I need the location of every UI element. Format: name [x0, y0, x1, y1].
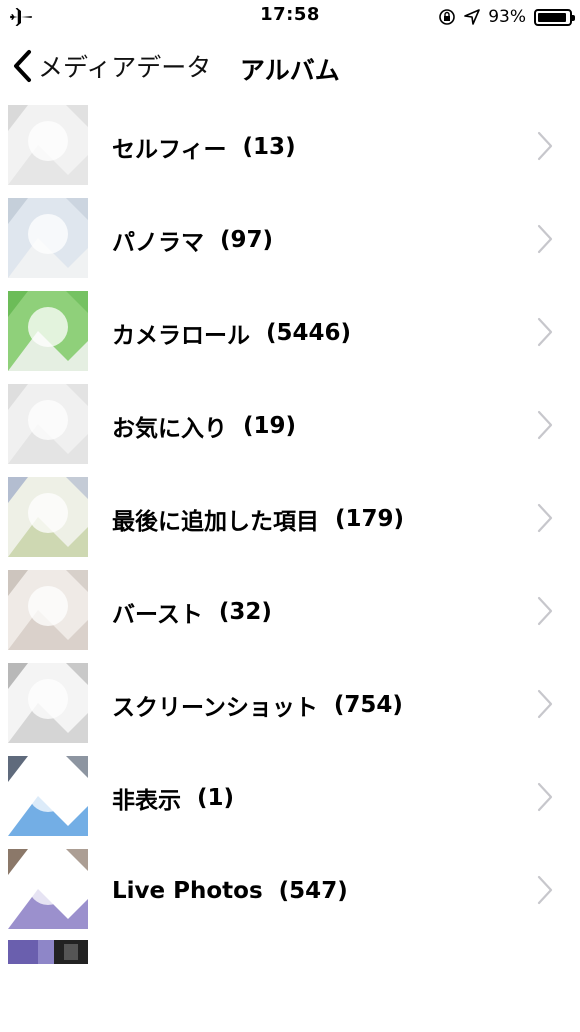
album-name: 非表示 [112, 787, 181, 814]
chevron-right-icon [537, 782, 553, 812]
chevron-right-icon [537, 875, 553, 905]
status-right-group: 93% [438, 5, 575, 29]
album-name: セルフィー [112, 136, 227, 163]
album-row[interactable]: お気に入り (19) [0, 379, 580, 472]
album-thumbnail [8, 291, 88, 371]
battery-level [538, 12, 566, 22]
album-count: (13) [242, 133, 296, 160]
navigation-bar: メディアデータ アルバム [0, 34, 580, 98]
album-count: (19) [243, 412, 297, 439]
album-count: (179) [335, 505, 405, 532]
album-label: 最後に追加した項目 (179) [112, 472, 404, 565]
album-row[interactable]: 非表示 (1) [0, 751, 580, 844]
album-thumbnail [8, 384, 88, 464]
battery-percent: 93% [488, 7, 526, 27]
album-thumbnail [8, 477, 88, 557]
chevron-right-icon [537, 224, 553, 254]
chevron-left-icon [14, 50, 31, 82]
album-count: (97) [220, 226, 274, 253]
album-row[interactable]: 最後に追加した項目 (179) [0, 472, 580, 565]
album-label: お気に入り (19) [112, 379, 296, 472]
status-bar: 17:58 93% [0, 0, 580, 34]
chevron-right-icon [537, 131, 553, 161]
album-name: お気に入り [112, 415, 227, 442]
album-name: カメラロール [112, 322, 250, 349]
partial-thumbnail [8, 940, 88, 964]
chevron-right-icon [537, 410, 553, 440]
album-name: Live Photos [112, 877, 263, 904]
album-row[interactable]: バースト (32) [0, 565, 580, 658]
album-count: (547) [278, 877, 348, 904]
album-label: 非表示 (1) [112, 751, 234, 844]
location-icon [464, 9, 481, 25]
album-count: (754) [333, 691, 403, 718]
album-row[interactable]: スクリーンショット (754) [0, 658, 580, 751]
album-label: バースト (32) [112, 565, 272, 658]
album-label: セルフィー (13) [112, 100, 296, 193]
album-label: カメラロール (5446) [112, 286, 351, 379]
album-row[interactable]: セルフィー (13) [0, 100, 580, 193]
rotation-lock-icon [439, 9, 456, 25]
album-name: パノラマ [112, 229, 204, 256]
album-name: 最後に追加した項目 [112, 508, 319, 535]
album-label: パノラマ (97) [112, 193, 273, 286]
battery-icon [534, 8, 575, 26]
page-title: アルバム [240, 56, 340, 85]
album-thumbnail [8, 105, 88, 185]
album-label: スクリーンショット (754) [112, 658, 403, 751]
chevron-right-icon [537, 503, 553, 533]
album-row[interactable]: パノラマ (97) [0, 193, 580, 286]
album-thumbnail [8, 756, 88, 836]
album-name: スクリーンショット [112, 694, 318, 721]
album-list: セルフィー (13) パノラマ (97) カメラロール (5446) お気に入り (19) 最後… [0, 100, 580, 937]
album-count: (32) [218, 598, 272, 625]
album-count: (1) [197, 784, 235, 811]
chevron-right-icon [537, 317, 553, 347]
back-button-label: メディアデータ [38, 53, 212, 82]
album-thumbnail [8, 198, 88, 278]
album-label: Live Photos (547) [112, 844, 348, 937]
album-row[interactable]: Live Photos (547) [0, 844, 580, 937]
back-button[interactable]: メディアデータ [10, 46, 211, 86]
album-thumbnail [8, 570, 88, 650]
chevron-right-icon [537, 596, 553, 626]
album-thumbnail [8, 663, 88, 743]
album-name: バースト [112, 601, 203, 628]
album-row[interactable]: カメラロール (5446) [0, 286, 580, 379]
album-thumbnail [8, 849, 88, 929]
chevron-right-icon [537, 689, 553, 719]
album-count: (5446) [266, 319, 352, 346]
